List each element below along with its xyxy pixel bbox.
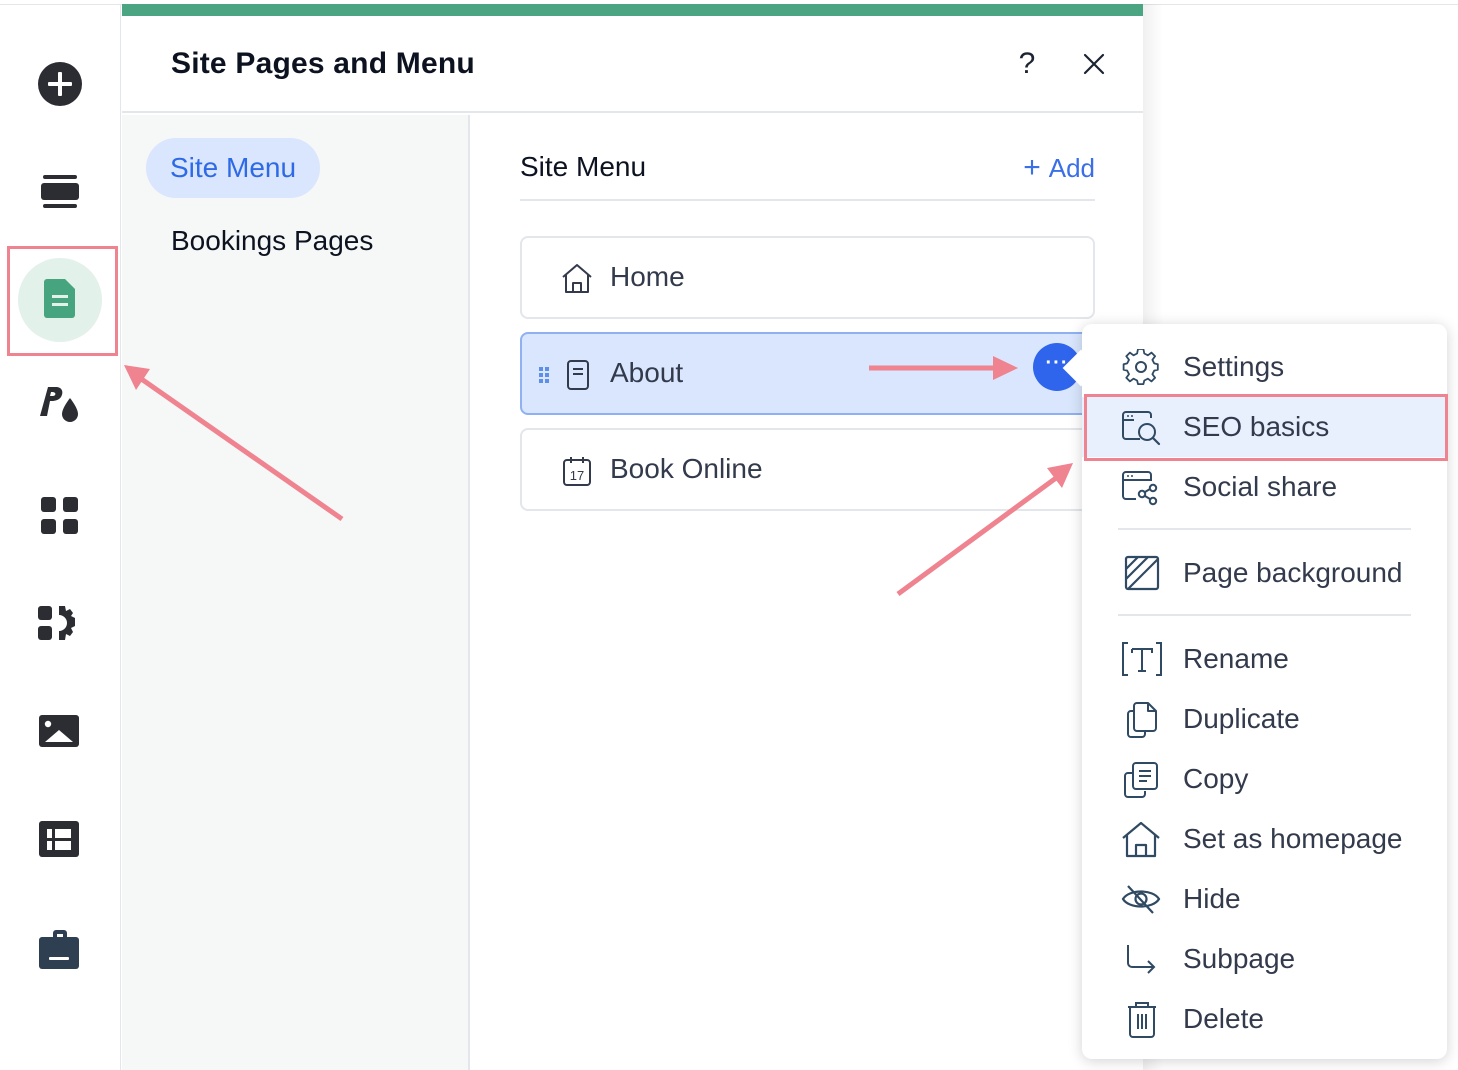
- panel-tabs-column: Site Menu Bookings Pages: [122, 115, 470, 1070]
- close-icon: [1083, 53, 1105, 75]
- rail-item-apps[interactable]: [38, 494, 82, 538]
- menu-divider: [1118, 614, 1411, 616]
- sections-icon: [41, 175, 79, 208]
- annotation-highlight-seo: [1084, 394, 1448, 461]
- site-pages-panel: Site Pages and Menu ? Site Menu Bookings…: [122, 4, 1143, 1070]
- page-label: About: [610, 357, 684, 388]
- background-icon: [1124, 555, 1160, 591]
- rail-item-business-apps[interactable]: [38, 602, 82, 646]
- home-icon: [1122, 821, 1160, 858]
- editor-window: Site Pages and Menu ? Site Menu Bookings…: [0, 0, 1458, 1070]
- menu-item-page-background[interactable]: Page background: [1082, 543, 1447, 603]
- gear-icon: [1122, 349, 1159, 386]
- social-share-icon: [1122, 471, 1158, 506]
- add-label: Add: [1048, 153, 1095, 183]
- apps-gear-icon: [38, 606, 75, 640]
- section-title: Site Menu: [520, 151, 647, 182]
- svg-text:17: 17: [570, 468, 584, 483]
- menu-item-label: Delete: [1183, 1003, 1264, 1034]
- section-divider: [520, 199, 1095, 201]
- table-icon: [39, 821, 79, 857]
- page-row-home[interactable]: Home: [520, 236, 1095, 319]
- page-label: Book Online: [610, 453, 763, 484]
- page-icon: [567, 360, 589, 390]
- menu-item-label: Settings: [1183, 351, 1285, 382]
- apps-grid-icon: [41, 497, 78, 534]
- menu-item-set-as-homepage[interactable]: Set as homepage: [1082, 809, 1447, 869]
- image-icon: [39, 715, 79, 747]
- duplicate-icon: [1127, 702, 1157, 738]
- briefcase-icon: [39, 930, 79, 969]
- rail-item-sections[interactable]: [38, 170, 82, 214]
- page-label: Home: [610, 261, 685, 292]
- menu-item-label: Duplicate: [1183, 703, 1300, 734]
- annotation-highlight-pages: [7, 246, 118, 356]
- tab-site-menu[interactable]: Site Menu: [146, 138, 321, 198]
- panel-accent-bar: [122, 4, 1143, 16]
- eye-off-icon: [1121, 885, 1161, 914]
- page-row-book-online[interactable]: 17 Book Online: [520, 428, 1095, 511]
- menu-item-duplicate[interactable]: Duplicate: [1082, 689, 1447, 749]
- menu-item-subpage[interactable]: Subpage: [1082, 929, 1447, 989]
- add-page-button[interactable]: + Add: [1023, 151, 1095, 185]
- menu-item-social-share[interactable]: Social share: [1082, 457, 1447, 517]
- menu-divider: [1118, 528, 1411, 530]
- close-button[interactable]: [1080, 50, 1108, 78]
- panel-title: Site Pages and Menu: [171, 47, 475, 80]
- pages-list-column: Site Menu + Add Home About 17 Book Onlin…: [472, 115, 1143, 1070]
- plus-icon: +: [1023, 151, 1041, 184]
- theme-icon: [40, 387, 78, 422]
- top-hairline-right: [1143, 4, 1458, 5]
- rename-icon: [1122, 642, 1162, 676]
- menu-item-label: Social share: [1183, 471, 1338, 502]
- tab-bookings-pages[interactable]: Bookings Pages: [171, 225, 373, 257]
- menu-item-copy[interactable]: Copy: [1082, 749, 1447, 809]
- calendar-icon: 17: [563, 457, 591, 486]
- help-button[interactable]: ?: [1012, 44, 1042, 84]
- rail-item-add-elements[interactable]: [38, 62, 82, 106]
- menu-item-label: Subpage: [1183, 943, 1296, 974]
- menu-item-settings[interactable]: Settings: [1082, 337, 1447, 397]
- menu-item-hide[interactable]: Hide: [1082, 869, 1447, 929]
- home-icon: [562, 264, 592, 293]
- menu-item-label: Rename: [1183, 643, 1289, 674]
- trash-icon: [1128, 1002, 1156, 1038]
- menu-item-delete[interactable]: Delete: [1082, 989, 1447, 1049]
- menu-item-label: Copy: [1183, 763, 1249, 794]
- rail-item-media[interactable]: [38, 710, 82, 754]
- menu-item-label: Hide: [1183, 883, 1241, 914]
- panel-header: Site Pages and Menu ?: [122, 16, 1143, 113]
- page-row-about[interactable]: About: [520, 332, 1095, 415]
- subpage-arrow-icon: [1127, 945, 1156, 974]
- rail-item-site-design[interactable]: [38, 384, 82, 428]
- plus-circle-icon: [38, 62, 82, 106]
- copy-icon: [1124, 762, 1158, 798]
- menu-item-label: Page background: [1183, 557, 1403, 588]
- rail-item-cms[interactable]: [38, 818, 82, 862]
- menu-item-rename[interactable]: Rename: [1082, 629, 1447, 689]
- menu-item-label: Set as homepage: [1183, 823, 1403, 854]
- rail-item-business-tools[interactable]: [38, 928, 82, 972]
- drag-handle-icon[interactable]: [538, 366, 550, 384]
